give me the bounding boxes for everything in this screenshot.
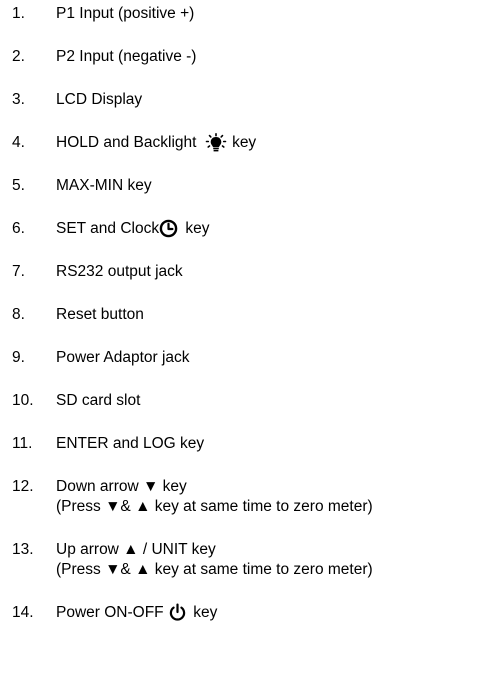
- list-item: 11. ENTER and LOG key: [0, 430, 502, 473]
- item-text-before: HOLD and Backlight: [56, 134, 197, 152]
- item-number: 4.: [12, 134, 25, 151]
- item-text: SET and Clock key: [56, 219, 210, 239]
- item-number: 14.: [12, 604, 34, 621]
- item-number: 7.: [12, 263, 25, 280]
- item-text: Up arrow ▲ / UNIT key: [56, 541, 216, 558]
- item-number: 6.: [12, 220, 25, 237]
- item-text: SD card slot: [56, 392, 141, 409]
- item-text-after: key: [185, 220, 210, 237]
- item-text: P1 Input (positive +): [56, 5, 195, 22]
- item-text: ENTER and LOG key: [56, 435, 205, 452]
- item-text: HOLD and Backlight key: [56, 133, 256, 153]
- clock-icon: [159, 219, 178, 238]
- item-note: (Press ▼& ▲ key at same time to zero met…: [56, 498, 373, 515]
- item-number: 13.: [12, 541, 34, 558]
- item-number: 11.: [12, 435, 33, 452]
- document-page: 1. P1 Input (positive +) 2. P2 Input (ne…: [0, 0, 502, 685]
- list-item: 14. Power ON-OFF key: [0, 599, 502, 642]
- list-item: 1. P1 Input (positive +): [0, 0, 502, 43]
- item-text: Reset button: [56, 306, 144, 323]
- item-text: RS232 output jack: [56, 263, 183, 280]
- lightbulb-icon: [205, 133, 227, 153]
- list-item: 2. P2 Input (negative -): [0, 43, 502, 86]
- item-text-after: key: [232, 134, 257, 152]
- list-item: 12. Down arrow ▼ key (Press ▼& ▲ key at …: [0, 473, 502, 536]
- item-number: 5.: [12, 177, 25, 194]
- list-item: 3. LCD Display: [0, 86, 502, 129]
- item-text: Power Adaptor jack: [56, 349, 190, 366]
- list-item: 4. HOLD and Backlight key: [0, 129, 502, 172]
- numbered-list: 1. P1 Input (positive +) 2. P2 Input (ne…: [0, 0, 502, 642]
- list-item: 6. SET and Clock key: [0, 215, 502, 258]
- item-number: 3.: [12, 91, 25, 108]
- item-text: MAX-MIN key: [56, 177, 152, 194]
- list-item: 13. Up arrow ▲ / UNIT key (Press ▼& ▲ ke…: [0, 536, 502, 599]
- item-number: 10.: [12, 392, 34, 409]
- item-number: 8.: [12, 306, 25, 323]
- list-item: 5. MAX-MIN key: [0, 172, 502, 215]
- list-item: 9. Power Adaptor jack: [0, 344, 502, 387]
- item-text: LCD Display: [56, 91, 143, 108]
- item-text-before: Power ON-OFF: [56, 604, 164, 621]
- item-text: Down arrow ▼ key: [56, 478, 187, 495]
- item-note: (Press ▼& ▲ key at same time to zero met…: [56, 561, 373, 578]
- item-number: 12.: [12, 478, 34, 495]
- list-item: 8. Reset button: [0, 301, 502, 344]
- power-icon: [168, 603, 187, 622]
- item-text: P2 Input (negative -): [56, 48, 197, 65]
- item-number: 2.: [12, 48, 25, 65]
- item-number: 9.: [12, 349, 25, 366]
- item-text: Power ON-OFF key: [56, 603, 217, 623]
- item-text-after: key: [193, 604, 218, 621]
- item-text-before: SET and Clock: [56, 220, 160, 237]
- list-item: 10. SD card slot: [0, 387, 502, 430]
- item-number: 1.: [12, 5, 25, 22]
- list-item: 7. RS232 output jack: [0, 258, 502, 301]
